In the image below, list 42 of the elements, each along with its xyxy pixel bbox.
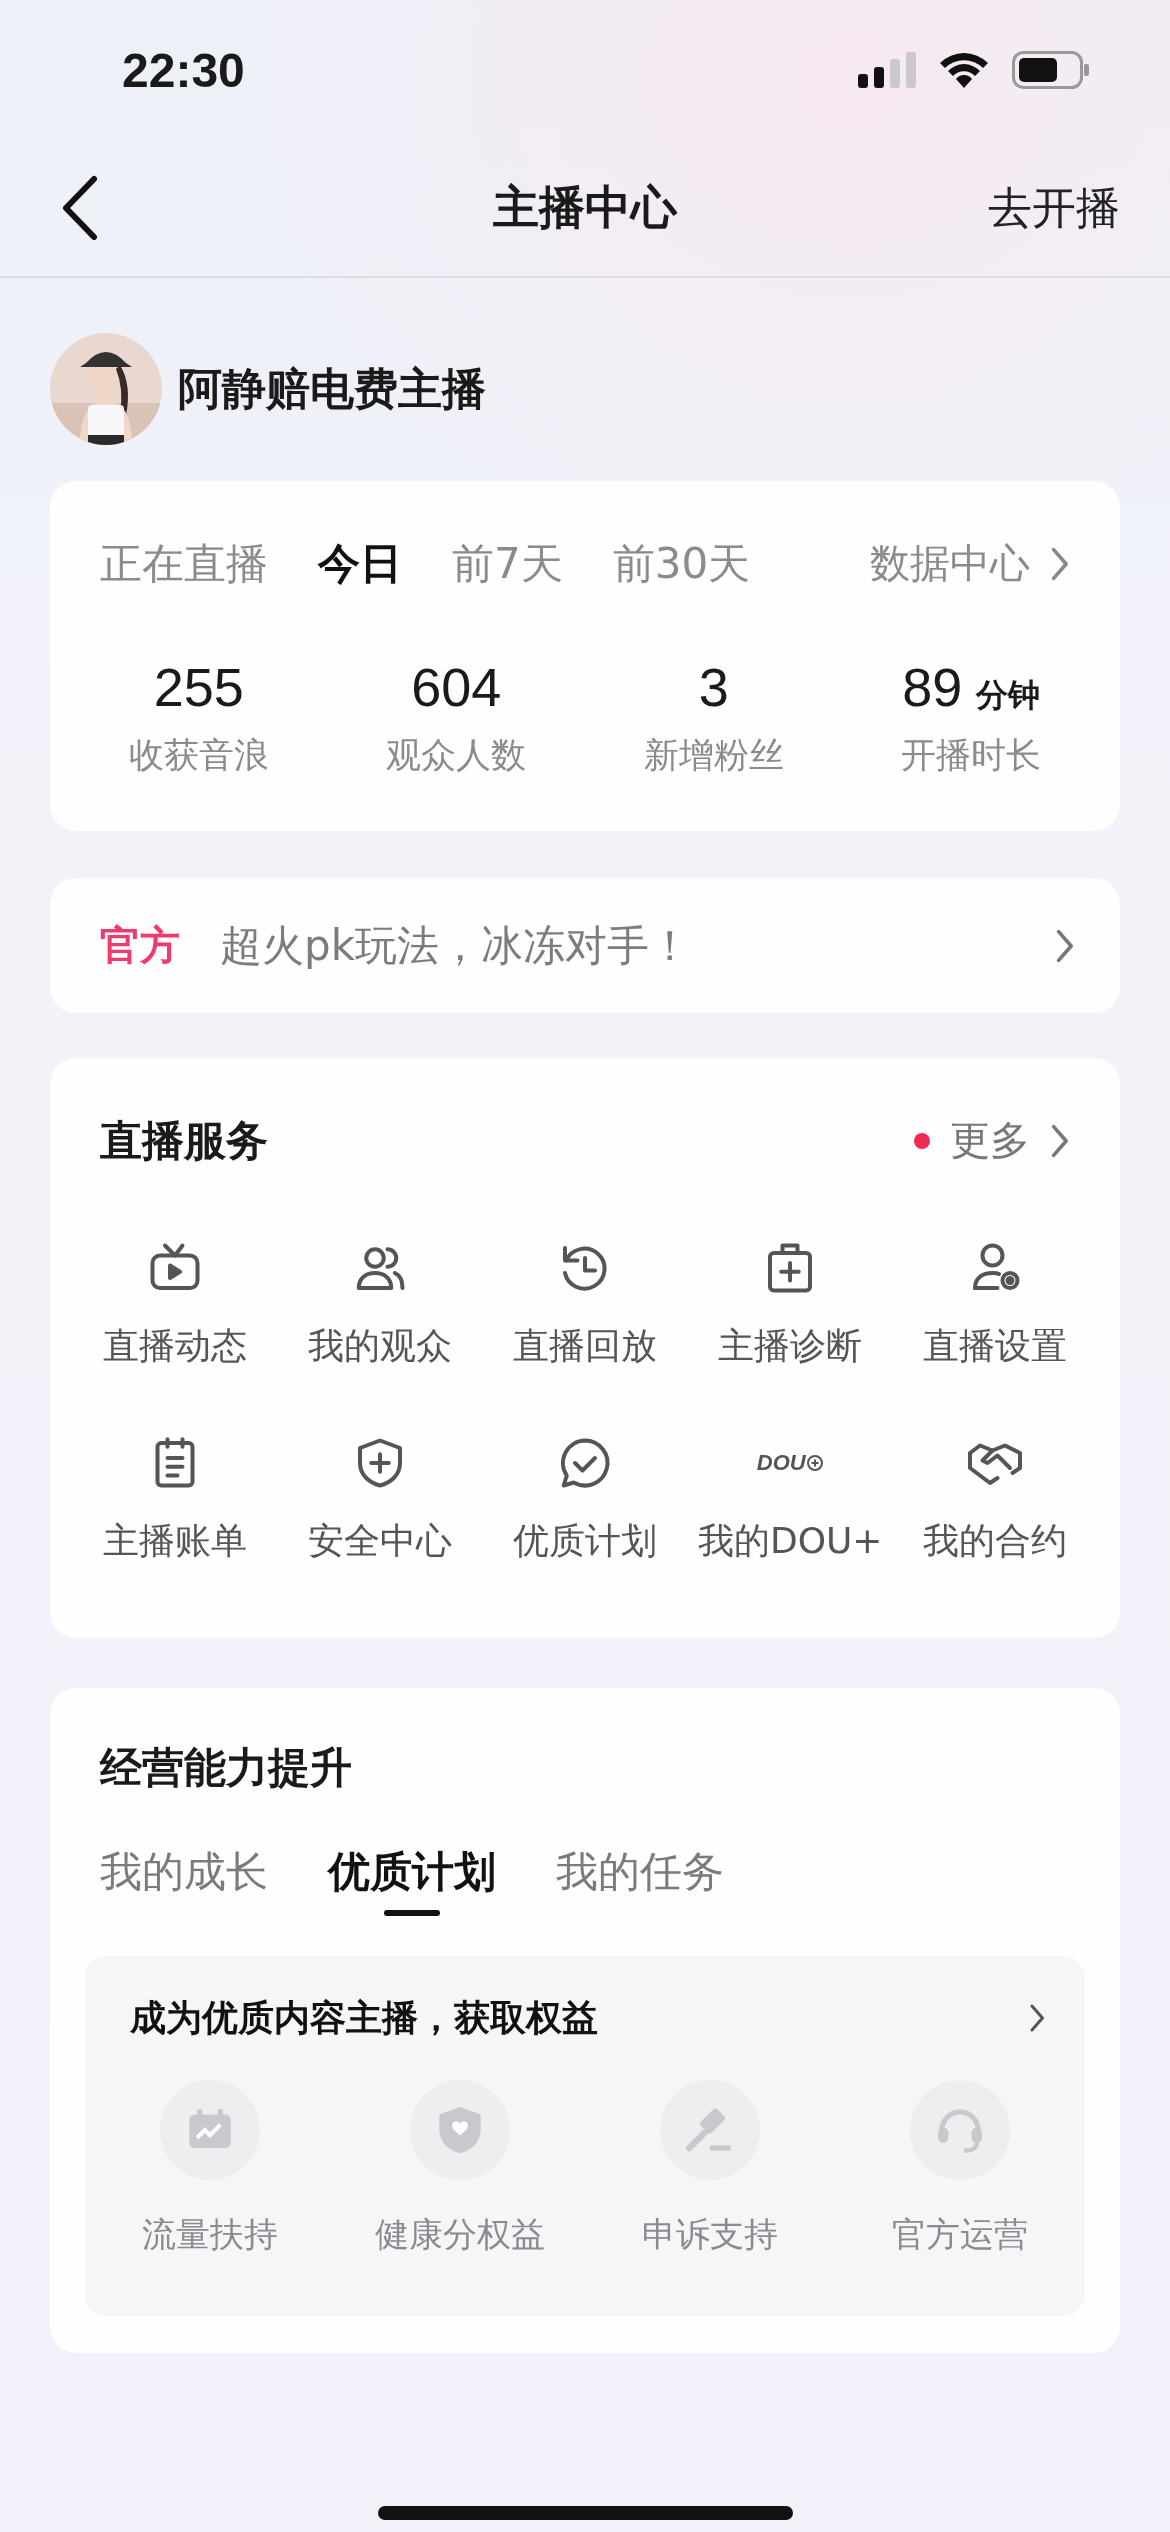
metric-value: 255 [153,656,244,718]
section-title: 直播服务 [100,1114,268,1167]
growth-tab[interactable]: 优质计划 [328,1844,496,1916]
battery-icon [1012,51,1090,89]
service-item[interactable]: 主播账单 [72,1433,278,1566]
chevron-right-icon [1050,545,1070,582]
growth-tab[interactable]: 我的成长 [100,1844,268,1916]
streamer-name: 阿静赔电费主播 [178,361,486,416]
wifi-icon [938,51,990,89]
more-link[interactable]: 更多 [914,1113,1070,1168]
go-live-button[interactable]: 去开播 [988,178,1120,238]
metric-label: 观众人数 [386,734,527,777]
metric-label: 开播时长 [901,734,1042,777]
section-title: 经营能力提升 [98,1742,353,1794]
service-item[interactable]: DOU 我的DOU+ [687,1433,893,1566]
metric-label: 新增粉丝 [643,734,784,777]
service-item[interactable]: 优质计划 [482,1433,688,1566]
benefits-link[interactable]: 成为优质内容主播，获取权益 [85,1956,1085,2080]
back-button[interactable] [60,175,100,241]
service-item[interactable]: 我的观众 [277,1238,483,1371]
status-time: 22:30 [122,42,246,98]
service-item[interactable]: 直播动态 [72,1238,278,1371]
service-item[interactable]: 安全中心 [277,1433,483,1566]
chevron-right-icon [1055,927,1075,964]
service-item[interactable]: 直播回放 [482,1238,688,1371]
metric-unit: 分钟 [976,676,1041,715]
metric-value: 3 [698,656,729,718]
metric-value: 604 [411,656,502,718]
chevron-right-icon [1050,1122,1070,1159]
promo-banner[interactable]: 官方 超火pk玩法，冰冻对手！ [50,878,1120,1013]
promo-text: 超火pk玩法，冰冻对手！ [220,919,692,972]
chevron-right-icon [1028,2003,1045,2033]
period-tab[interactable]: 今日 [318,535,402,592]
metric-label: 收获音浪 [128,734,269,777]
official-tag: 官方 [100,918,180,973]
signal-icon [858,52,916,88]
page-title: 主播中心 [493,180,677,234]
metric-value: 89 [902,656,963,718]
service-item[interactable]: 我的合约 [892,1433,1098,1566]
service-item[interactable]: 直播设置 [892,1238,1098,1371]
service-item[interactable]: 主播诊断 [687,1238,893,1371]
growth-tab[interactable]: 我的任务 [556,1844,724,1916]
